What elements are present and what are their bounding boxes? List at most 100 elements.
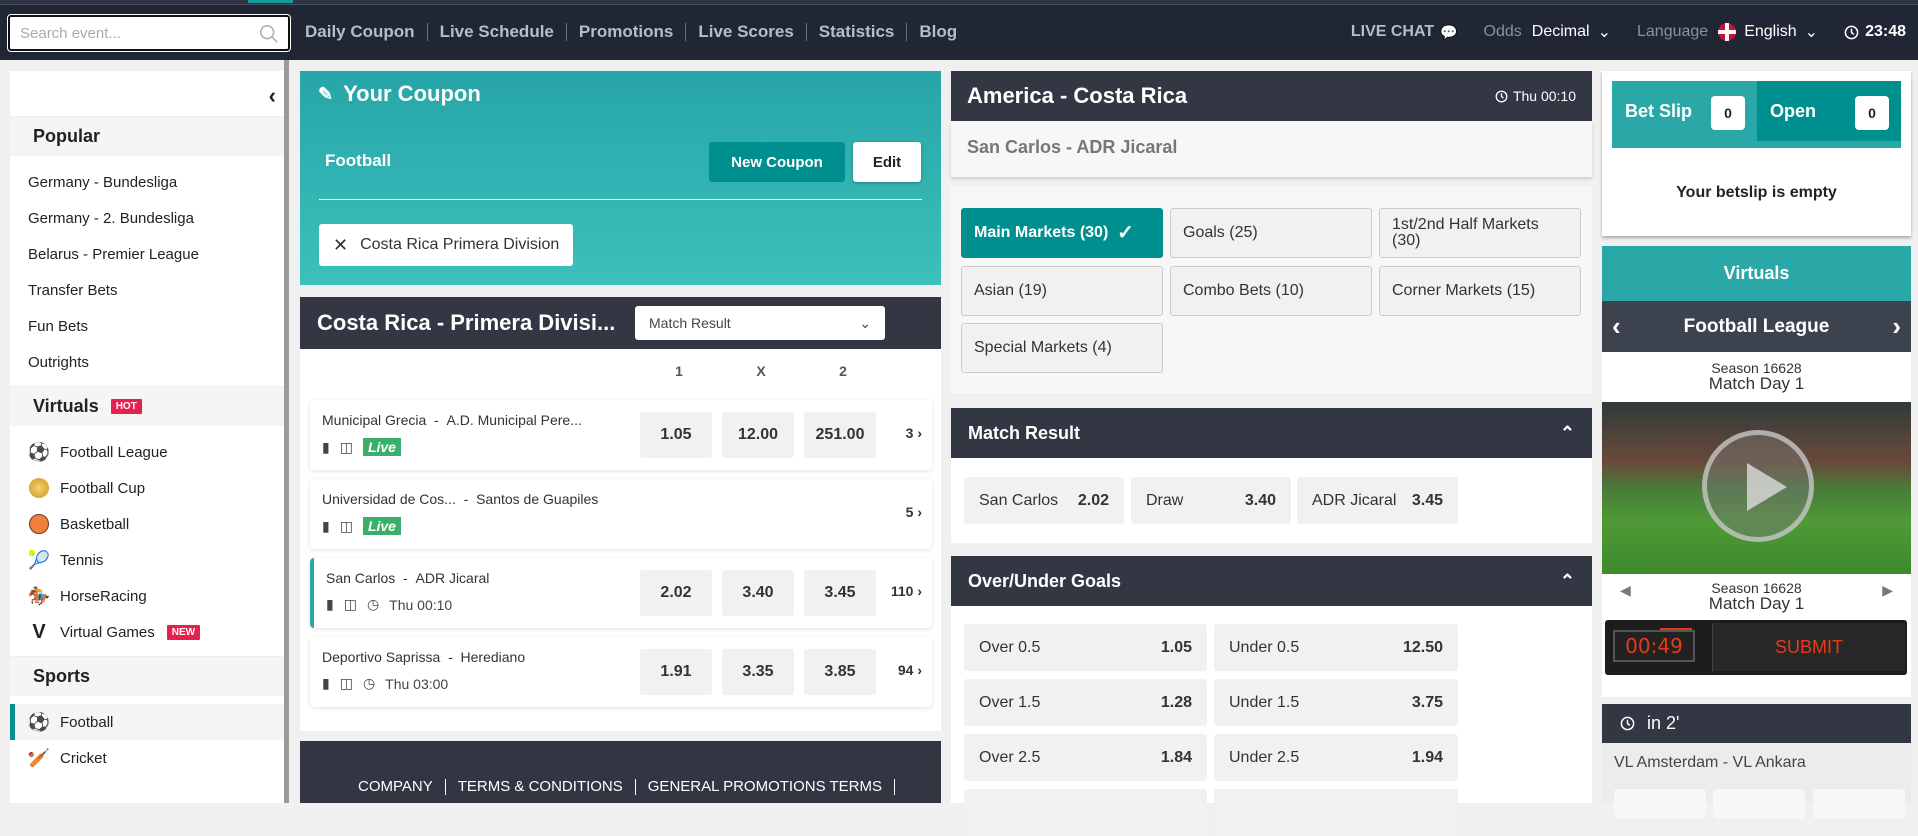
- submit-button[interactable]: SUBMIT: [1712, 623, 1905, 671]
- odd-button-1[interactable]: 1.91: [640, 649, 712, 695]
- event-row[interactable]: San Carlos - ADR Jicaral ▮ ◫ ◷ Thu 00:10 2.…: [310, 558, 932, 628]
- sidebar-item-virtual-games[interactable]: V Virtual Games NEW: [10, 614, 286, 650]
- match-result-header[interactable]: Match Result ⌃: [951, 408, 1592, 458]
- sidebar-scrollbar[interactable]: [284, 60, 289, 803]
- more-markets-link[interactable]: 94 ›: [898, 662, 922, 678]
- sidebar-item-football-cup[interactable]: Football Cup: [10, 470, 286, 506]
- event-teams: Municipal Grecia - A.D. Municipal Pere..…: [322, 412, 582, 428]
- sidebar-item-belarus-premier-league[interactable]: Belarus - Premier League: [10, 236, 286, 272]
- tab-open-bets[interactable]: Open 0: [1757, 81, 1901, 141]
- nav-daily-coupon[interactable]: Daily Coupon: [305, 23, 428, 41]
- market-tab-asian[interactable]: Asian (19): [961, 266, 1163, 316]
- chevron-up-icon: ⌃: [1559, 570, 1575, 591]
- sidebar-item-germany-bundesliga[interactable]: Germany - Bundesliga: [10, 164, 286, 200]
- play-icon[interactable]: [1702, 430, 1814, 542]
- betslip-tabs: Bet Slip 0 Open 0: [1612, 81, 1901, 148]
- outcome-away[interactable]: ADR Jicaral 3.45: [1297, 477, 1458, 524]
- more-markets-link[interactable]: 3 ›: [906, 425, 922, 441]
- market-type-select[interactable]: Match Result ⌄: [635, 306, 885, 340]
- odd-button-x[interactable]: 3.40: [722, 570, 794, 616]
- market-tab-main[interactable]: Main Markets (30) ✓: [961, 208, 1163, 258]
- footer-link-company[interactable]: COMPANY: [346, 779, 446, 795]
- virtual-match-video[interactable]: [1602, 402, 1911, 574]
- sidebar-item-fun-bets[interactable]: Fun Bets: [10, 308, 286, 344]
- sidebar-item-horseracing[interactable]: 🏇 HorseRacing: [10, 578, 286, 614]
- outcome-home[interactable]: San Carlos 2.02: [964, 477, 1124, 524]
- virtual-odd-button[interactable]: [1813, 789, 1905, 819]
- league-filter-chip[interactable]: ✕ Costa Rica Primera Division: [319, 224, 574, 266]
- odd-button-2[interactable]: 251.00: [804, 412, 876, 458]
- pitch-icon[interactable]: ◫: [344, 596, 357, 613]
- nav-live-scores[interactable]: Live Scores: [686, 23, 807, 41]
- nav-statistics[interactable]: Statistics: [807, 23, 908, 41]
- tennis-racket-icon: 🎾: [27, 549, 51, 570]
- sidebar-item-tennis[interactable]: 🎾 Tennis: [10, 542, 286, 578]
- nav-blog[interactable]: Blog: [907, 23, 969, 41]
- close-icon[interactable]: ✕: [333, 235, 348, 256]
- outcome-over-1-5[interactable]: Over 1.5 1.28: [964, 679, 1207, 726]
- more-markets-link[interactable]: 5 ›: [906, 504, 922, 520]
- market-tab-half[interactable]: 1st/2nd Half Markets (30): [1379, 208, 1581, 258]
- search-input[interactable]: [10, 17, 240, 49]
- market-tab-combo[interactable]: Combo Bets (10): [1170, 266, 1372, 316]
- virtual-odd-button[interactable]: [1713, 789, 1805, 819]
- chevron-right-icon[interactable]: ›: [1892, 311, 1901, 342]
- new-coupon-button[interactable]: New Coupon: [709, 142, 845, 182]
- chevron-left-icon[interactable]: ‹: [1612, 311, 1621, 342]
- odds-format-select[interactable]: Decimal ⌄: [1532, 22, 1611, 42]
- market-tab-corner[interactable]: Corner Markets (15): [1379, 266, 1581, 316]
- outcome-under-2-5[interactable]: Under 2.5 1.94: [1214, 734, 1458, 781]
- event-row[interactable]: Municipal Grecia - A.D. Municipal Pere..…: [310, 400, 932, 470]
- stats-icon[interactable]: ▮: [326, 596, 334, 613]
- nav-promotions[interactable]: Promotions: [567, 23, 687, 41]
- event-row[interactable]: Deportivo Saprissa - Herediano ▮ ◫ ◷ Thu 03…: [310, 637, 932, 707]
- sidebar-item-germany-2-bundesliga[interactable]: Germany - 2. Bundesliga: [10, 200, 286, 236]
- stats-icon[interactable]: ▮: [322, 675, 330, 692]
- language-select[interactable]: English ⌄: [1718, 22, 1818, 42]
- sidebar-item-cricket[interactable]: 🏏 Cricket: [10, 740, 286, 776]
- search-box[interactable]: [7, 14, 291, 52]
- over-under-title: Over/Under Goals: [968, 570, 1122, 591]
- sidebar-item-football[interactable]: ⚽ Football: [10, 704, 286, 740]
- footer-link-terms[interactable]: TERMS & CONDITIONS: [446, 779, 636, 795]
- stats-icon[interactable]: ▮: [322, 439, 330, 456]
- outcome-over-0-5[interactable]: Over 0.5 1.05: [964, 624, 1207, 671]
- pitch-icon[interactable]: ◫: [340, 518, 353, 535]
- odd-button-x[interactable]: 3.35: [722, 649, 794, 695]
- outcome-over-2-5[interactable]: Over 2.5 1.84: [964, 734, 1207, 781]
- odd-button-1[interactable]: 2.02: [640, 570, 712, 616]
- search-icon[interactable]: [258, 23, 280, 45]
- nav-live-schedule[interactable]: Live Schedule: [428, 23, 567, 41]
- collapse-sidebar-icon[interactable]: ‹: [269, 83, 276, 109]
- over-under-header[interactable]: Over/Under Goals ⌃: [951, 556, 1592, 606]
- outcome-under-1-5[interactable]: Under 1.5 3.75: [1214, 679, 1458, 726]
- odd-button-x[interactable]: 12.00: [722, 412, 794, 458]
- sidebar-item-transfer-bets[interactable]: Transfer Bets: [10, 272, 286, 308]
- edit-coupon-button[interactable]: Edit: [853, 142, 921, 182]
- sidebar-item-football-league[interactable]: ⚽ Football League: [10, 434, 286, 470]
- live-chat-button[interactable]: LIVE CHAT 💬: [1351, 23, 1458, 41]
- stats-icon[interactable]: ▮: [322, 518, 330, 535]
- event-row[interactable]: Universidad de Cos... - Santos de Guapil…: [310, 479, 932, 549]
- pitch-icon[interactable]: ◫: [340, 675, 353, 692]
- odd-button-2[interactable]: 3.45: [804, 570, 876, 616]
- sidebar-item-label: Tennis: [60, 551, 104, 569]
- pitch-icon[interactable]: ◫: [340, 439, 353, 456]
- sidebar-item-outrights[interactable]: Outrights: [10, 344, 286, 380]
- market-tab-goals[interactable]: Goals (25): [1170, 208, 1372, 258]
- more-markets-link[interactable]: 110 ›: [891, 583, 922, 599]
- odd-button-2[interactable]: 3.85: [804, 649, 876, 695]
- live-badge: Live: [362, 438, 401, 456]
- outcome-draw[interactable]: Draw 3.40: [1131, 477, 1291, 524]
- odd-button-1[interactable]: 1.05: [640, 412, 712, 458]
- tab-bet-slip[interactable]: Bet Slip 0: [1612, 81, 1757, 141]
- sidebar-item-basketball[interactable]: Basketball: [10, 506, 286, 542]
- footer-link-promotions-terms[interactable]: GENERAL PROMOTIONS TERMS: [636, 779, 895, 795]
- outcome-under-0-5[interactable]: Under 0.5 12.50: [1214, 624, 1458, 671]
- soccer-ball-icon: ⚽: [27, 441, 51, 462]
- outcome-row-partial[interactable]: [964, 789, 1207, 836]
- virtual-odd-button[interactable]: [1614, 789, 1706, 819]
- market-tab-special[interactable]: Special Markets (4): [961, 323, 1163, 373]
- outcome-row-partial[interactable]: [1214, 789, 1458, 836]
- virtuals-list: ⚽ Football League Football Cup Basketball…: [10, 426, 286, 656]
